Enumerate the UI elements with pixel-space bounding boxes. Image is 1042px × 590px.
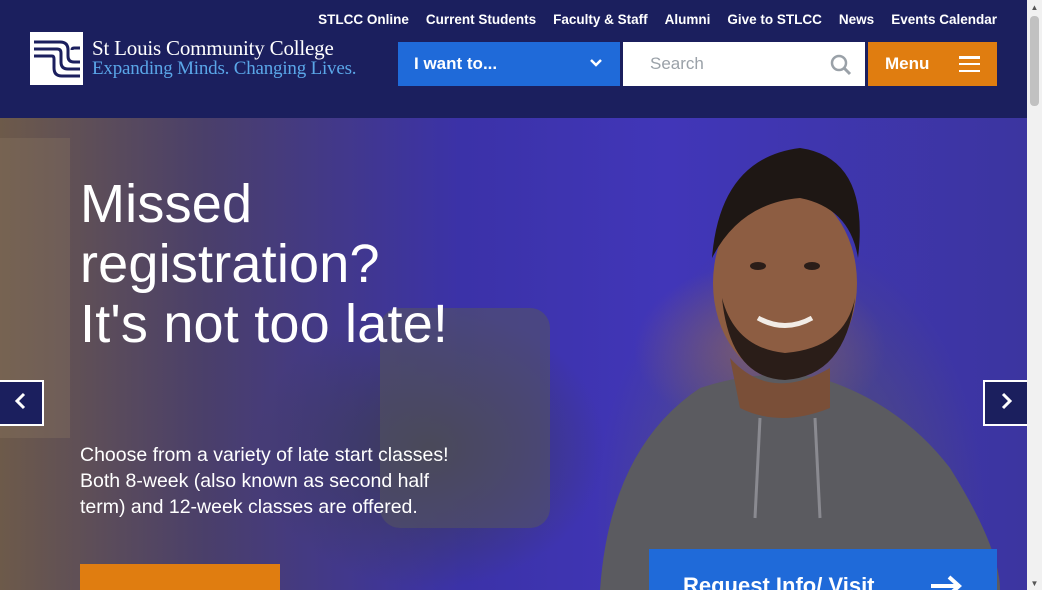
scroll-thumb[interactable] bbox=[1030, 16, 1039, 106]
site-header: St Louis Community College Expanding Min… bbox=[0, 0, 1027, 118]
carousel-prev-button[interactable] bbox=[0, 380, 44, 426]
arrow-right-icon bbox=[929, 574, 963, 590]
request-info-button[interactable]: Request Info/ Visit bbox=[649, 549, 997, 590]
link-give[interactable]: Give to STLCC bbox=[727, 12, 822, 27]
chevron-right-icon bbox=[999, 392, 1013, 415]
hero-cta-button[interactable] bbox=[80, 564, 280, 590]
link-events-calendar[interactable]: Events Calendar bbox=[891, 12, 997, 27]
hero-title: Missed registration? It's not too late! bbox=[80, 174, 449, 354]
scroll-down-icon[interactable]: ▼ bbox=[1027, 576, 1042, 590]
utility-nav: STLCC Online Current Students Faculty & … bbox=[318, 12, 997, 27]
carousel-next-button[interactable] bbox=[983, 380, 1027, 426]
logo-tagline: Expanding Minds. Changing Lives. bbox=[92, 58, 357, 79]
chevron-down-icon bbox=[588, 54, 604, 75]
search-icon[interactable] bbox=[829, 53, 853, 77]
search-input[interactable] bbox=[623, 42, 823, 86]
link-current-students[interactable]: Current Students bbox=[426, 12, 536, 27]
link-news[interactable]: News bbox=[839, 12, 874, 27]
menu-label: Menu bbox=[885, 54, 930, 73]
college-logo[interactable]: St Louis Community College Expanding Min… bbox=[30, 32, 357, 88]
menu-button[interactable]: Menu bbox=[868, 42, 997, 86]
hero-description: Choose from a variety of late start clas… bbox=[80, 444, 449, 518]
hero-banner: Missed registration? It's not too late! … bbox=[0, 118, 1027, 590]
hamburger-icon bbox=[959, 56, 980, 72]
i-want-to-dropdown[interactable]: I want to... bbox=[398, 42, 620, 86]
request-info-label: Request Info/ Visit bbox=[683, 573, 875, 590]
i-want-to-label: I want to... bbox=[414, 54, 498, 73]
link-faculty-staff[interactable]: Faculty & Staff bbox=[553, 12, 648, 27]
chevron-left-icon bbox=[14, 392, 28, 415]
scroll-up-icon[interactable]: ▲ bbox=[1027, 0, 1042, 14]
link-alumni[interactable]: Alumni bbox=[665, 12, 711, 27]
link-stlcc-online[interactable]: STLCC Online bbox=[318, 12, 409, 27]
page-scrollbar[interactable]: ▲ ▼ bbox=[1027, 0, 1042, 590]
logo-mark-icon bbox=[30, 32, 83, 85]
search-box bbox=[623, 42, 865, 86]
